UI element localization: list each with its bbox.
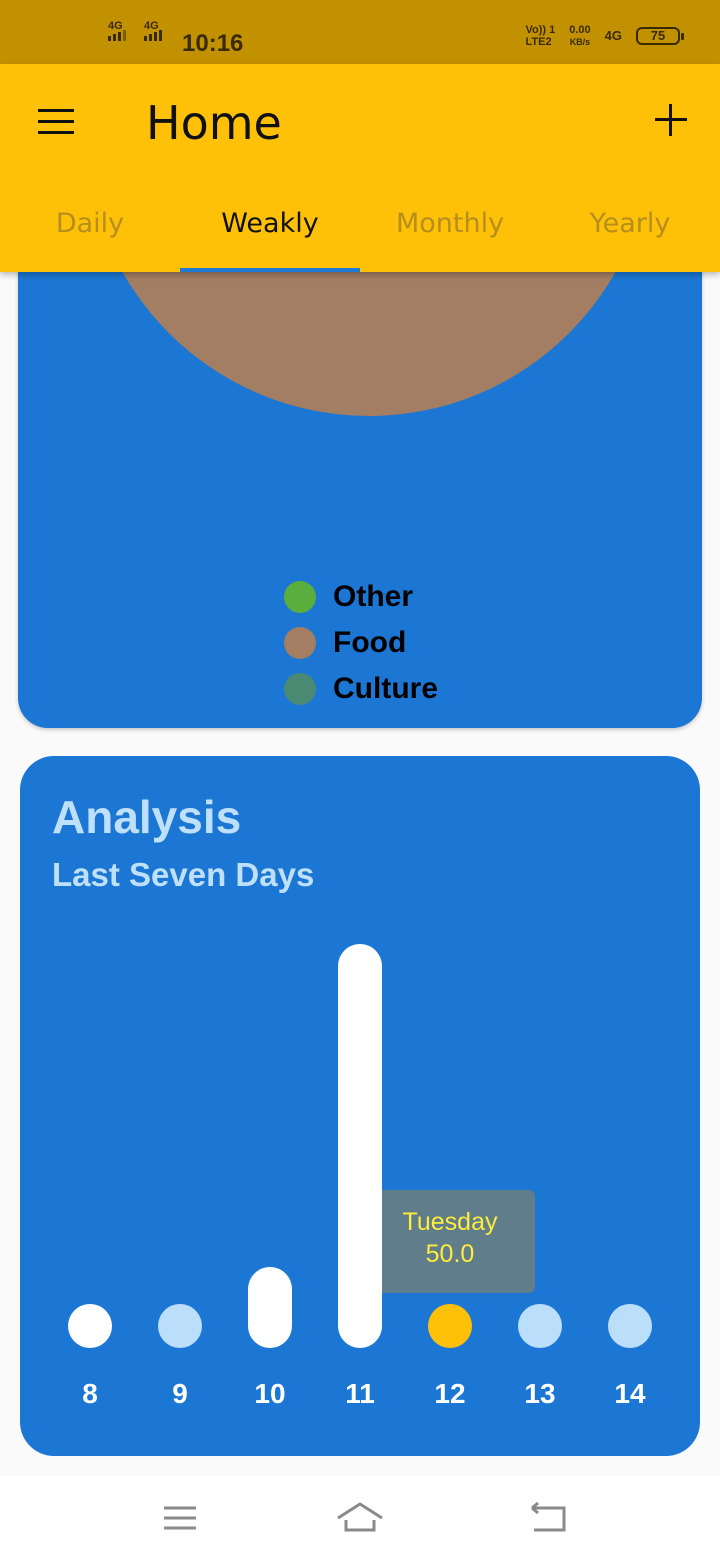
analysis-card: Analysis Last Seven Days Tuesday 50.0 8 9… bbox=[20, 756, 700, 1456]
network-speed: 0.00 KB/s bbox=[569, 24, 591, 47]
legend-label: Other bbox=[333, 580, 414, 613]
x-tick-label: 9 bbox=[172, 1378, 188, 1409]
legend-dot-food bbox=[284, 627, 316, 659]
analysis-subtitle: Last Seven Days bbox=[52, 856, 315, 893]
x-tick-label: 12 bbox=[434, 1378, 466, 1409]
system-nav-bar bbox=[0, 1476, 720, 1560]
x-tick-label: 14 bbox=[614, 1378, 646, 1409]
x-tick-label: 13 bbox=[524, 1378, 556, 1409]
pie-legend: Other Food Culture bbox=[284, 574, 438, 712]
legend-item-culture: Culture bbox=[284, 666, 438, 712]
page-title: Home bbox=[146, 96, 282, 150]
bar-11[interactable] bbox=[338, 944, 382, 1348]
sim1-network-label: 4G bbox=[108, 20, 123, 32]
x-tick-label: 8 bbox=[82, 1378, 98, 1409]
tooltip-day: Tuesday bbox=[402, 1208, 498, 1236]
tooltip-value: 50.0 bbox=[425, 1240, 475, 1268]
period-tabs: Daily Weakly Monthly Yearly bbox=[0, 196, 720, 272]
status-indicators: Vo)) 1 LTE2 0.00 KB/s 4G 75 bbox=[525, 24, 684, 48]
battery-icon: 75 bbox=[636, 27, 684, 45]
tab-yearly[interactable]: Yearly bbox=[540, 196, 720, 272]
bar-10[interactable] bbox=[248, 1267, 292, 1348]
legend-item-food: Food bbox=[284, 620, 438, 666]
home-nav-icon[interactable] bbox=[332, 1500, 388, 1540]
analysis-title: Analysis bbox=[52, 791, 242, 843]
bar-8[interactable] bbox=[68, 1304, 112, 1348]
sim2-network-label: 4G bbox=[144, 20, 159, 32]
tab-weakly[interactable]: Weakly bbox=[180, 196, 360, 272]
x-tick-label: 11 bbox=[345, 1378, 375, 1409]
signal-icon-sim1: 4G bbox=[108, 20, 126, 41]
x-tick-label: 10 bbox=[254, 1378, 286, 1409]
back-nav-icon[interactable] bbox=[520, 1500, 576, 1540]
menu-icon[interactable] bbox=[38, 109, 74, 135]
tab-monthly[interactable]: Monthly bbox=[360, 196, 540, 272]
bar-14[interactable] bbox=[608, 1304, 652, 1348]
network-4g-icon: 4G bbox=[604, 28, 622, 43]
legend-dot-other bbox=[284, 581, 316, 613]
legend-label: Food bbox=[333, 626, 407, 659]
bar-tooltip: Tuesday 50.0 bbox=[365, 1190, 535, 1293]
tab-daily[interactable]: Daily bbox=[0, 196, 180, 272]
add-icon[interactable] bbox=[655, 104, 687, 136]
bar-9[interactable] bbox=[158, 1304, 202, 1348]
signal-icon-sim2: 4G bbox=[144, 20, 162, 41]
pie-chart-card: Other Food Culture bbox=[18, 230, 702, 728]
legend-dot-culture bbox=[284, 673, 316, 705]
app-bar: Home Daily Weakly Monthly Yearly bbox=[0, 64, 720, 272]
clock: 10:16 bbox=[182, 30, 244, 57]
bar-12[interactable] bbox=[428, 1304, 472, 1348]
legend-label: Culture bbox=[333, 672, 438, 705]
status-bar: 4G 4G 10:16 Vo)) 1 LTE2 0.00 KB/s 4G 75 bbox=[0, 0, 720, 64]
volte-indicator: Vo)) 1 LTE2 bbox=[525, 24, 556, 48]
bar-13[interactable] bbox=[518, 1304, 562, 1348]
legend-item-other: Other bbox=[284, 574, 438, 620]
recents-menu-icon[interactable] bbox=[152, 1500, 208, 1540]
